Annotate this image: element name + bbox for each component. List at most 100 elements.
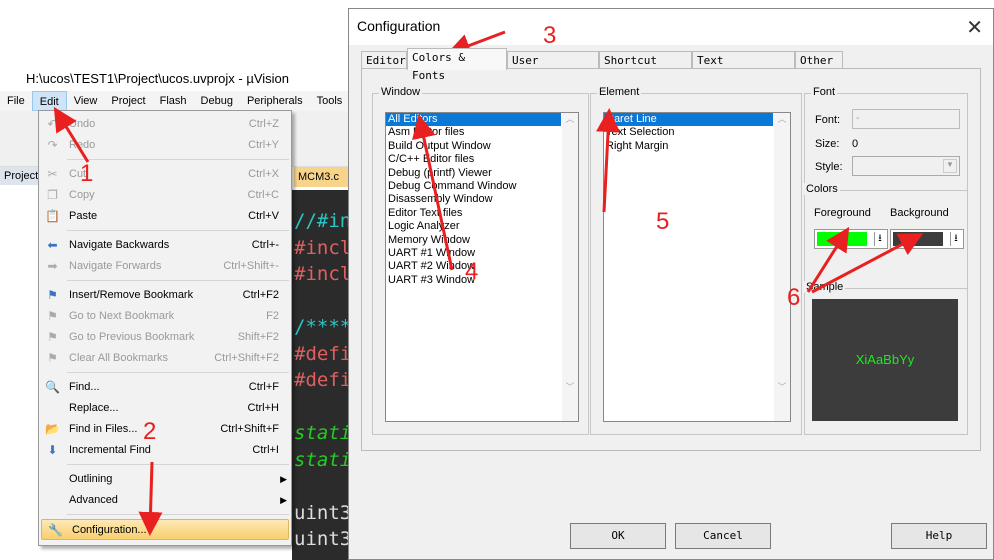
list-item[interactable]: Debug (printf) Viewer [386,167,561,180]
menu-item-label: Navigate Forwards [69,260,162,272]
tab-other[interactable]: Other [795,51,843,69]
colors-group: Colors Foreground Background ⭳ ⭳ [804,183,968,280]
menu-edit[interactable]: Edit [31,91,67,111]
size-label: Size: [815,138,840,150]
font-label: Font: [815,114,841,126]
menu-item-shortcut: Ctrl+X [248,168,279,180]
menu-item-label: Redo [69,139,96,151]
find-icon: 🔍 [45,380,60,394]
menu-item-replace[interactable]: Replace... Ctrl+H [39,398,291,419]
list-item[interactable]: Debug Command Window [386,180,561,193]
menu-item-advanced[interactable]: Advanced ▶ [39,490,291,511]
foreground-color-picker[interactable]: ⭳ [814,229,888,249]
menu-item-clear-all-bookmarks[interactable]: ⚑ Clear All Bookmarks Ctrl+Shift+F2 [39,348,291,369]
help-button[interactable]: Help [891,523,987,549]
list-item[interactable]: Build Output Window [386,140,561,153]
list-item[interactable]: All Editors [386,113,561,127]
project-tab[interactable]: Project [0,167,40,185]
code-line: #defi [294,342,348,365]
arrow-right-icon: ➡ [47,259,58,273]
code-line: /**** [294,316,348,338]
menu-item-incremental-find[interactable]: ⬇ Incremental Find Ctrl+I [39,440,291,461]
list-item[interactable]: Memory Window [386,234,561,247]
menu-separator [67,464,289,465]
step-2: 2 [143,418,157,445]
element-group-label: Element [597,86,642,98]
list-item[interactable]: C/C++ Editor files [386,153,561,166]
code-editor[interactable]: //#in #incl #incl /**** #defi #defi stati stati… [292,190,348,560]
menu-item-label: Go to Previous Bookmark [69,331,195,343]
menu-separator [67,280,289,281]
menu-item-redo[interactable]: ↷ Redo Ctrl+Y [39,135,291,156]
menu-item-shortcut: F2 [266,310,279,322]
project-tree[interactable] [0,185,40,560]
list-item[interactable]: Editor Text files [386,207,561,220]
code-line: stati [294,422,348,444]
sample-group-label: Sample [804,281,846,293]
element-list[interactable]: Caret Line Text Selection Right Margin ︿ ﹀ [603,112,791,422]
cancel-button[interactable]: Cancel [675,523,771,549]
bookmark-icon: ⚑ [47,288,58,302]
menu-item-label: Incremental Find [69,444,151,456]
find-in-files-icon: 📂 [45,422,60,436]
menu-item-label: Undo [69,118,96,130]
menubar: File Edit View Project Flash Debug Peripherals… [0,91,348,111]
menu-item-shortcut: Shift+F2 [237,331,279,343]
menu-item-label: Find... [69,381,100,393]
menu-item-label: Advanced [69,494,118,506]
menu-flash[interactable]: Flash [153,91,194,111]
ok-button[interactable]: OK [570,523,666,549]
menu-item-find-in-files[interactable]: 📂 Find in Files... Ctrl+Shift+F [39,419,291,440]
tab-editor[interactable]: Editor [361,51,407,69]
list-item[interactable]: Text Selection [604,126,773,139]
window-list[interactable]: All Editors Asm Editor files Build Output … [385,112,579,422]
menu-file[interactable]: File [0,91,32,111]
cut-icon: ✂ [47,167,58,181]
menu-item-insert-remove-bookmark[interactable]: ⚑ Insert/Remove Bookmark Ctrl+F2 [39,285,291,306]
style-select[interactable]: ▼ [852,156,960,176]
code-line: stati [294,448,348,471]
menu-item-go-to-previous-bookmark[interactable]: ⚑ Go to Previous Bookmark Shift+F2 [39,327,291,348]
menu-debug[interactable]: Debug [194,91,240,111]
menu-item-go-to-next-bookmark[interactable]: ⚑ Go to Next Bookmark F2 [39,306,291,327]
step-6: 6 [787,284,801,311]
menu-view[interactable]: View [67,91,105,111]
menu-item-find[interactable]: 🔍 Find... Ctrl+F [39,377,291,398]
code-line: //#in [294,210,348,232]
menu-item-undo[interactable]: ↶ Undo Ctrl+Z [39,114,291,135]
menu-item-navigate-backwards[interactable]: ⬅ Navigate Backwards Ctrl+- [39,235,291,256]
menu-item-configuration[interactable]: 🔧 Configuration... [41,519,289,540]
scrollbar[interactable]: ︿ ﹀ [562,113,578,421]
font-button[interactable]: - [852,109,960,129]
file-tab[interactable]: MCM3.c [294,167,348,187]
sample-preview: XiAaBbYy [812,299,958,421]
tab-text-completion[interactable]: Text Completion [692,51,795,85]
tab-colors-fonts[interactable]: Colors & Fonts [407,48,507,82]
close-icon[interactable]: ✕ [966,15,983,40]
menu-item-paste[interactable]: 📋 Paste Ctrl+V [39,206,291,227]
colors-group-label: Colors [804,183,840,195]
list-item[interactable]: Right Margin [604,140,773,153]
menu-item-navigate-forwards[interactable]: ➡ Navigate Forwards Ctrl+Shift+- [39,256,291,277]
paste-icon: 📋 [45,209,60,223]
chevron-down-icon: ▼ [943,159,957,173]
list-item[interactable]: Logic Analyzer [386,220,561,233]
menu-project[interactable]: Project [104,91,152,111]
menu-item-copy[interactable]: ❐ Copy Ctrl+C [39,185,291,206]
tab-user-keywords[interactable]: User Keywords [507,51,599,85]
list-item[interactable]: Disassembly Window [386,193,561,206]
menu-item-shortcut: Ctrl+F [248,381,279,393]
scrollbar[interactable]: ︿ ﹀ [774,113,790,421]
tab-shortcut-keys[interactable]: Shortcut Keys [599,51,692,85]
list-item[interactable]: Caret Line [604,113,773,127]
menu-tools[interactable]: Tools [310,91,350,111]
redo-icon: ↷ [47,138,58,152]
list-item[interactable]: Asm Editor files [386,126,561,139]
menu-item-label: Configuration... [72,524,147,536]
menu-item-outlining[interactable]: Outlining ▶ [39,469,291,490]
submenu-arrow-icon: ▶ [280,495,287,505]
app-title: H:\ucos\TEST1\Project\ucos.uvprojx - µVi… [0,68,348,90]
background-color-picker[interactable]: ⭳ [890,229,964,249]
menu-item-cut[interactable]: ✂ Cut Ctrl+X [39,164,291,185]
menu-peripherals[interactable]: Peripherals [240,91,310,111]
